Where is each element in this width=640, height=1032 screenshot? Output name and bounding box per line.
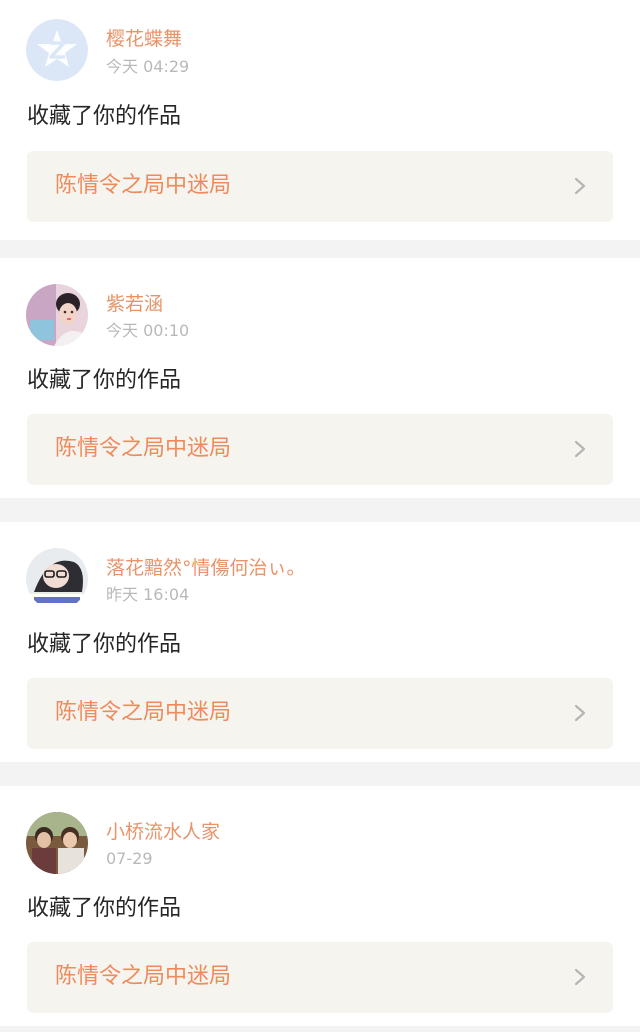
work-link[interactable]: 陈情令之局中迷局 <box>27 414 613 485</box>
notification-card: 小桥流水人家 07-29 收藏了你的作品 陈情令之局中迷局 <box>0 786 640 1026</box>
work-title: 陈情令之局中迷局 <box>55 700 232 725</box>
username[interactable]: 小桥流水人家 <box>106 820 220 844</box>
default-avatar-icon[interactable] <box>26 19 88 81</box>
action-text: 收藏了你的作品 <box>27 632 182 657</box>
user-photo-avatar[interactable] <box>26 812 88 874</box>
action-text: 收藏了你的作品 <box>27 104 182 129</box>
work-title: 陈情令之局中迷局 <box>55 173 232 198</box>
work-title: 陈情令之局中迷局 <box>55 964 232 989</box>
notification-card: 紫若涵 今天 00:10 收藏了你的作品 陈情令之局中迷局 <box>0 258 640 498</box>
chevron-right-icon <box>574 968 586 986</box>
work-link[interactable]: 陈情令之局中迷局 <box>27 678 613 749</box>
username[interactable]: 落花黯然°情傷何治ぃ。 <box>106 556 306 580</box>
work-link[interactable]: 陈情令之局中迷局 <box>27 151 613 222</box>
username[interactable]: 樱花蝶舞 <box>106 27 182 51</box>
work-title: 陈情令之局中迷局 <box>55 436 232 461</box>
action-text: 收藏了你的作品 <box>27 368 182 393</box>
chevron-right-icon <box>574 440 586 458</box>
timestamp: 07-29 <box>106 849 153 868</box>
chevron-right-icon <box>574 177 586 195</box>
notification-card: 落花黯然°情傷何治ぃ。 昨天 16:04 收藏了你的作品 陈情令之局中迷局 <box>0 522 640 762</box>
timestamp: 昨天 16:04 <box>106 585 190 604</box>
user-photo-avatar[interactable] <box>26 284 88 346</box>
action-text: 收藏了你的作品 <box>27 896 182 921</box>
chevron-right-icon <box>574 704 586 722</box>
timestamp: 今天 00:10 <box>106 321 190 340</box>
timestamp: 今天 04:29 <box>106 57 190 76</box>
notification-feed: 樱花蝶舞 今天 04:29 收藏了你的作品 陈情令之局中迷局 紫若涵 今天 00… <box>0 0 640 1032</box>
work-link[interactable]: 陈情令之局中迷局 <box>27 942 613 1013</box>
username[interactable]: 紫若涵 <box>106 292 163 316</box>
notification-card: 樱花蝶舞 今天 04:29 收藏了你的作品 陈情令之局中迷局 <box>0 0 640 240</box>
user-photo-avatar[interactable] <box>26 548 88 610</box>
